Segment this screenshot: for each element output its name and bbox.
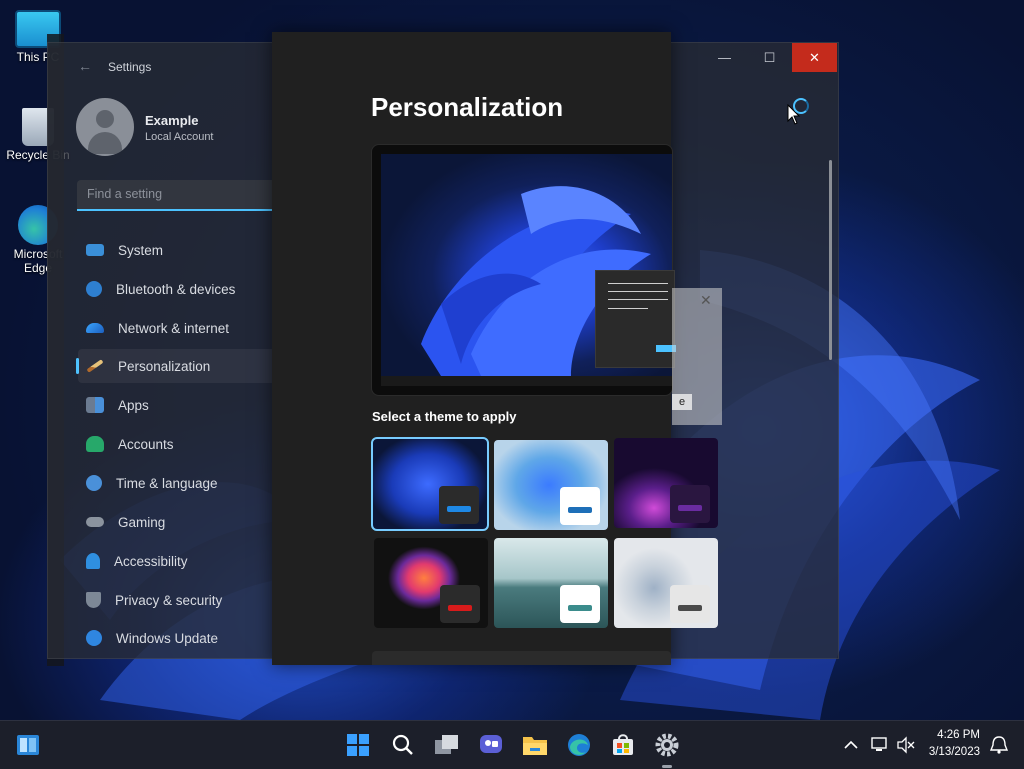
clock-icon: [86, 475, 102, 491]
notification-icon[interactable]: [985, 731, 1013, 759]
taskbar: 4:26 PM 3/13/2023: [0, 720, 1024, 769]
preview-taskbar: [381, 376, 672, 386]
chat-icon[interactable]: [477, 731, 505, 759]
theme-tile-captured-motion[interactable]: [374, 538, 488, 628]
accessibility-icon: [86, 553, 100, 569]
clock-date[interactable]: 3/13/2023: [920, 746, 980, 758]
scrollbar[interactable]: [829, 160, 832, 360]
nav-item-label: Windows Update: [116, 630, 219, 646]
theme-tile-windows-light[interactable]: [494, 440, 608, 530]
apps-icon: [86, 397, 104, 413]
theme-color-swatch: [670, 485, 710, 523]
settings-icon[interactable]: [653, 731, 681, 759]
nav-item-label: Time & language: [116, 475, 218, 491]
nav-item-label: Accounts: [118, 436, 174, 452]
theme-color-swatch: [560, 487, 600, 525]
volume-muted-icon[interactable]: [892, 731, 920, 759]
bluetooth-icon: [86, 281, 102, 297]
account-type: Local Account: [145, 131, 214, 143]
minimize-button[interactable]: —: [702, 43, 747, 72]
close-button[interactable]: ✕: [792, 43, 837, 72]
network-icon[interactable]: [866, 731, 894, 759]
window-title: Settings: [108, 60, 152, 74]
ghost-button: e: [672, 394, 692, 410]
gamepad-icon: [86, 517, 104, 527]
theme-section-label: Select a theme to apply: [372, 409, 517, 424]
file-explorer-icon[interactable]: [521, 731, 549, 759]
clock-time[interactable]: 4:26 PM: [920, 729, 980, 741]
nav-item-label: Bluetooth & devices: [116, 281, 236, 297]
theme-color-swatch: [670, 585, 710, 623]
shield-icon: [86, 592, 101, 608]
task-view-icon[interactable]: [433, 731, 461, 759]
search-icon[interactable]: [389, 731, 417, 759]
theme-tile-glow[interactable]: [614, 438, 718, 528]
busy-spinner-icon: [793, 98, 809, 114]
avatar[interactable]: [76, 98, 134, 156]
back-arrow-icon[interactable]: ←: [78, 58, 92, 74]
theme-tile-sunrise[interactable]: [494, 538, 608, 628]
theme-tile-flow[interactable]: [614, 538, 718, 628]
theme-color-swatch: [560, 585, 600, 623]
panel-bottom-section: [372, 651, 671, 665]
close-icon: ✕: [700, 292, 712, 308]
user-name: Example: [145, 113, 199, 128]
nav-item-label: Personalization: [118, 358, 211, 374]
store-icon[interactable]: [609, 731, 637, 759]
network-icon: [86, 323, 104, 333]
brush-icon: [86, 359, 104, 373]
nav-item-label: Privacy & security: [115, 592, 223, 608]
theme-color-swatch: [439, 486, 479, 524]
nav-item-label: Gaming: [118, 514, 166, 530]
nav-item-label: System: [118, 242, 164, 258]
nav-item-label: Network & internet: [118, 320, 230, 336]
theme-tile-windows-dark[interactable]: [371, 437, 489, 531]
maximize-button[interactable]: ☐: [747, 43, 792, 72]
nav-item-label: Apps: [118, 397, 149, 413]
accounts-icon: [86, 436, 104, 452]
nav-item-label: Accessibility: [114, 553, 188, 569]
edge-icon[interactable]: [565, 731, 593, 759]
theme-color-swatch: [440, 585, 480, 623]
system-icon: [86, 244, 104, 256]
preview-window: [595, 270, 676, 368]
update-icon: [86, 630, 102, 646]
start-icon[interactable]: [344, 731, 372, 759]
page-title: Personalization: [371, 92, 564, 122]
widgets-icon[interactable]: [14, 731, 42, 759]
chevron-up-icon[interactable]: [837, 731, 865, 759]
